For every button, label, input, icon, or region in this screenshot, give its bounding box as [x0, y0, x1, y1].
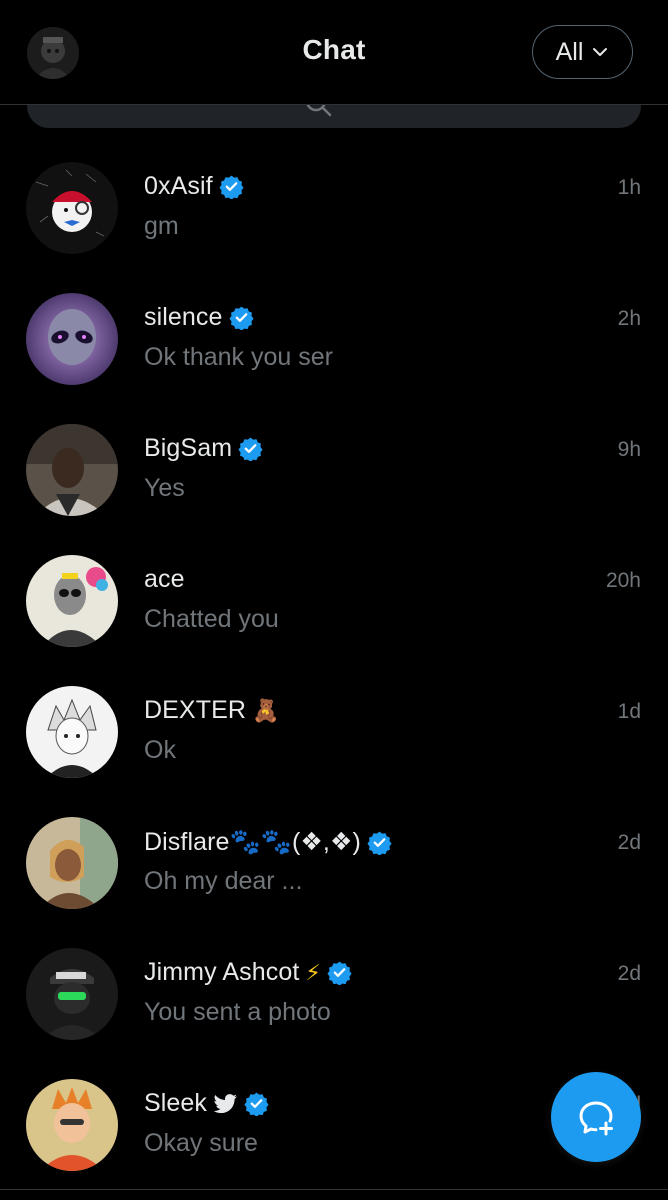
chat-timestamp: 9h: [617, 438, 641, 461]
chat-name-line: Jimmy Ashcot ⚡: [144, 958, 352, 987]
chat-list: 0xAsif gm 1h silence Ok thank you ser 2h…: [0, 150, 668, 1198]
chat-row[interactable]: ace Chatted you 20h: [0, 543, 668, 674]
chat-name-line: DEXTER 🧸: [144, 696, 279, 725]
avatar: [26, 424, 118, 516]
chat-name-line: Disflare🐾🐾(❖,❖): [144, 827, 392, 857]
chat-timestamp: 20h: [605, 569, 641, 592]
avatar: [26, 293, 118, 385]
chat-row[interactable]: Jimmy Ashcot ⚡ You sent a photo 2d: [0, 936, 668, 1067]
avatar: [26, 162, 118, 254]
chat-name-line: silence: [144, 303, 254, 332]
chat-preview: Ok thank you ser: [144, 343, 333, 371]
chevron-down-icon: [593, 48, 608, 56]
avatar: [26, 1079, 118, 1171]
chat-name-line: ace: [144, 565, 185, 594]
top-bar: Chat All: [0, 0, 668, 105]
chat-name: BigSam: [144, 434, 233, 462]
chat-name: Disflare🐾🐾(❖,❖): [144, 828, 361, 856]
new-chat-button[interactable]: [551, 1072, 641, 1162]
bird-icon: [213, 1094, 238, 1114]
chat-preview: gm: [144, 212, 179, 240]
chat-name: Jimmy Ashcot: [144, 958, 300, 986]
chat-row[interactable]: 0xAsif gm 1h: [0, 150, 668, 281]
chat-timestamp: 1d: [617, 700, 641, 723]
chat-row[interactable]: silence Ok thank you ser 2h: [0, 281, 668, 412]
chat-timestamp: 1h: [617, 176, 641, 199]
avatar: [26, 555, 118, 647]
verified-badge-icon: [228, 306, 254, 330]
teddy-bear-emoji: 🧸: [252, 697, 280, 723]
verified-badge-icon: [327, 961, 352, 985]
avatar: [26, 948, 118, 1040]
chat-name: Sleek: [144, 1089, 208, 1117]
chat-timestamp: 2d: [617, 962, 641, 985]
chat-name-line: BigSam: [144, 434, 263, 463]
chat-name: DEXTER: [144, 696, 247, 724]
chat-timestamp: 2h: [617, 307, 641, 330]
avatar: [26, 686, 118, 778]
chat-preview: Ok: [144, 736, 176, 764]
chat-name-line: Sleek: [144, 1089, 269, 1118]
chat-preview: Yes: [144, 474, 185, 502]
chat-preview: You sent a photo: [144, 998, 331, 1026]
divider: [0, 1189, 668, 1190]
chat-timestamp: 2d: [617, 831, 641, 854]
chat-row[interactable]: BigSam Yes 9h: [0, 412, 668, 543]
chat-row[interactable]: Disflare🐾🐾(❖,❖) Oh my dear ... 2d: [0, 805, 668, 936]
lightning-emoji: ⚡: [305, 959, 321, 985]
verified-badge-icon: [367, 831, 392, 855]
new-chat-icon: [579, 1101, 613, 1136]
verified-badge-icon: [244, 1092, 269, 1116]
chat-preview: Okay sure: [144, 1129, 258, 1157]
avatar: [26, 817, 118, 909]
chat-name: ace: [144, 565, 185, 593]
chat-preview: Chatted you: [144, 605, 279, 633]
verified-badge-icon: [238, 437, 263, 461]
filter-dropdown-button[interactable]: All: [532, 25, 633, 79]
chat-name: 0xAsif: [144, 172, 213, 200]
filter-label: All: [555, 37, 584, 66]
chat-name-line: 0xAsif: [144, 172, 244, 201]
chat-preview: Oh my dear ...: [144, 867, 303, 895]
chat-name: silence: [144, 303, 223, 331]
verified-badge-icon: [219, 175, 244, 199]
chat-row[interactable]: DEXTER 🧸 Ok 1d: [0, 674, 668, 805]
